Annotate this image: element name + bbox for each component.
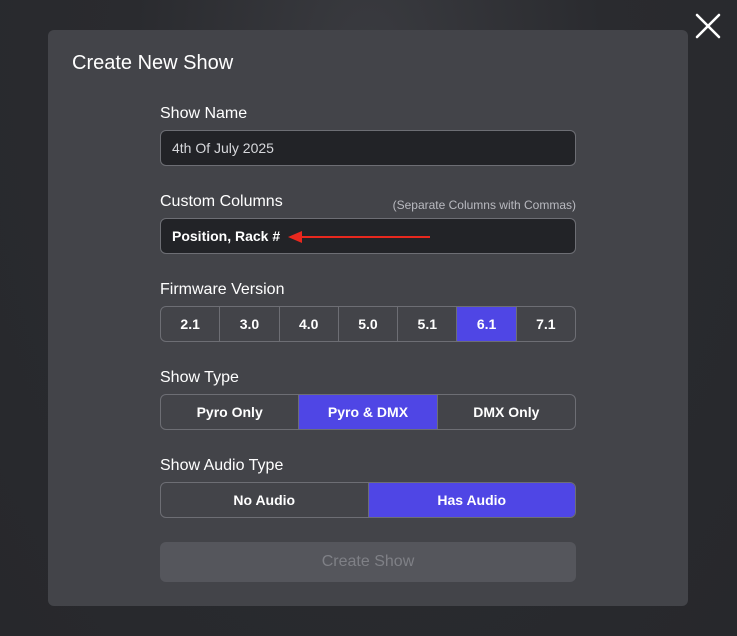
firmware-option-7-1[interactable]: 7.1 [517, 307, 575, 341]
arrow-left-icon [288, 231, 430, 243]
show-type-dmx-only[interactable]: DMX Only [438, 395, 575, 429]
close-button[interactable] [694, 12, 722, 40]
audio-type-label: Show Audio Type [160, 457, 284, 474]
firmware-version-label: Firmware Version [160, 281, 285, 298]
show-name-input[interactable] [160, 130, 576, 166]
show-type-selector: Pyro Only Pyro & DMX DMX Only [160, 394, 576, 430]
close-icon [695, 13, 721, 39]
firmware-option-5-1[interactable]: 5.1 [398, 307, 458, 341]
firmware-option-3-0[interactable]: 3.0 [220, 307, 280, 341]
show-type-pyro-dmx[interactable]: Pyro & DMX [299, 395, 438, 429]
custom-columns-hint: (Separate Columns with Commas) [392, 198, 576, 212]
show-name-label: Show Name [160, 105, 248, 122]
show-type-label: Show Type [160, 369, 239, 386]
create-show-modal: Create New Show Show Name Custom Columns… [48, 30, 688, 606]
firmware-option-2-1[interactable]: 2.1 [161, 307, 221, 341]
audio-type-has-audio[interactable]: Has Audio [368, 483, 575, 517]
firmware-option-6-1[interactable]: 6.1 [457, 307, 517, 341]
create-show-button[interactable]: Create Show [160, 542, 576, 582]
modal-title: Create New Show [72, 52, 234, 74]
firmware-option-4-0[interactable]: 4.0 [280, 307, 339, 341]
firmware-version-selector: 2.1 3.0 4.0 5.0 5.1 6.1 7.1 [160, 306, 576, 342]
firmware-option-5-0[interactable]: 5.0 [339, 307, 399, 341]
show-type-pyro-only[interactable]: Pyro Only [161, 395, 300, 429]
custom-columns-label: Custom Columns [160, 193, 283, 210]
audio-type-selector: No Audio Has Audio [160, 482, 576, 518]
audio-type-no-audio[interactable]: No Audio [161, 483, 369, 517]
